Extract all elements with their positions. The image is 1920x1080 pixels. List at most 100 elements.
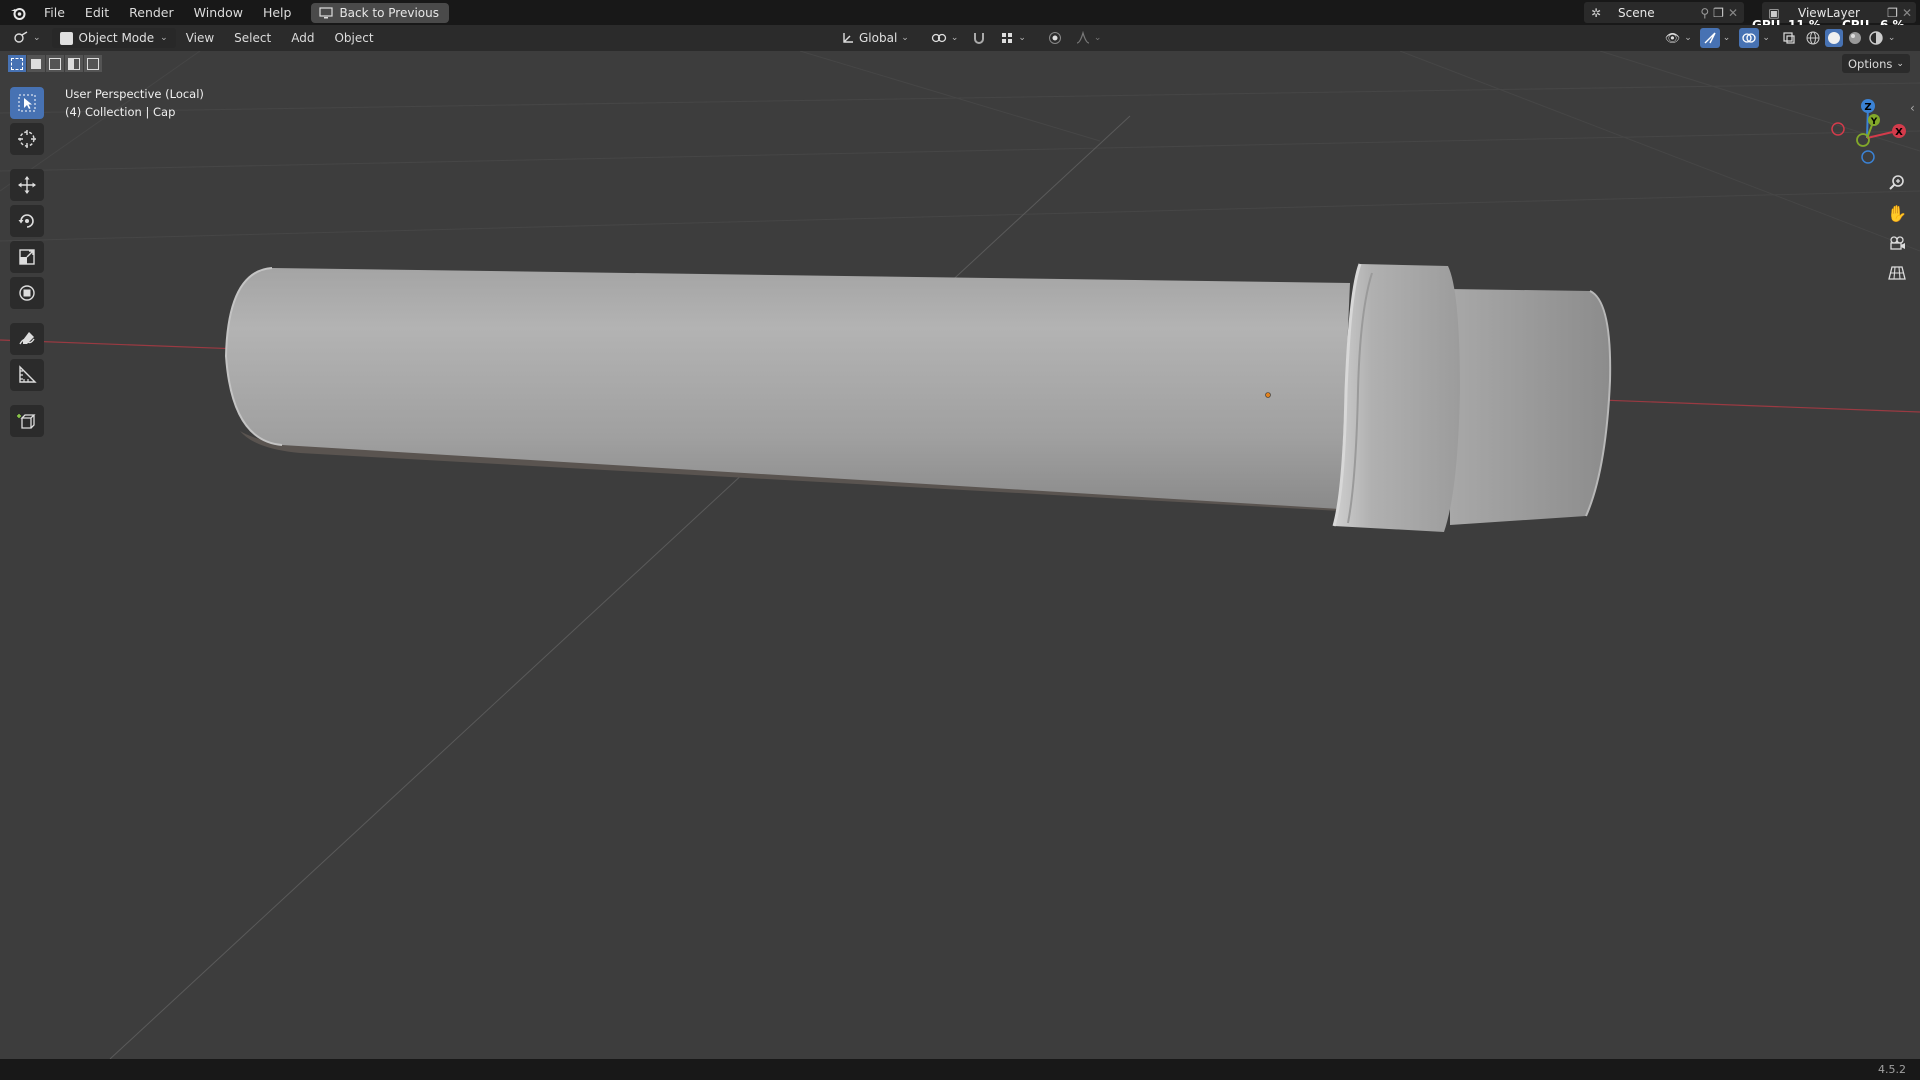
- rendered-sphere-icon: [1869, 31, 1883, 45]
- header-menu-view[interactable]: View: [176, 31, 224, 45]
- collapse-sidebar-icon[interactable]: ‹: [1910, 101, 1915, 115]
- transform-tool[interactable]: [10, 277, 44, 309]
- pivot-point-dropdown[interactable]: ⌄: [926, 28, 964, 48]
- chevron-down-icon: ⌄: [1684, 33, 1692, 43]
- navigation-gizmo[interactable]: Z Y X: [1822, 89, 1912, 179]
- viewport-header: ⌄ Object Mode ⌄ View Select Add Object G…: [0, 25, 1920, 51]
- menu-help[interactable]: Help: [253, 0, 302, 25]
- y-axis-line: [109, 115, 1131, 1059]
- scene-selector[interactable]: ✲ Scene ⚲ ❐ ✕: [1584, 2, 1744, 23]
- menu-file[interactable]: File: [34, 0, 75, 25]
- pivot-icon: [931, 33, 946, 43]
- snap-grid-icon: [1002, 33, 1013, 43]
- object-mode-label: Object Mode: [78, 31, 155, 45]
- selectability-visibility-dropdown[interactable]: 👁 ⌄: [1660, 28, 1697, 48]
- select-box-tool[interactable]: [10, 87, 44, 119]
- scene-name: Scene: [1618, 5, 1655, 20]
- back-button-label: Back to Previous: [339, 5, 439, 20]
- selection-mode-buttons: [8, 55, 102, 72]
- object-mode-icon: [59, 31, 73, 45]
- object-origin-dot[interactable]: [1265, 392, 1271, 398]
- transform-orientation-label: Global: [859, 31, 898, 45]
- chevron-down-icon: ⌄: [1093, 33, 1102, 43]
- chevron-down-icon[interactable]: ⌄: [1888, 33, 1896, 43]
- hand-icon: ✋: [1887, 203, 1907, 223]
- chevron-down-icon: ⌄: [901, 33, 909, 43]
- shading-wireframe-button[interactable]: [1804, 29, 1822, 47]
- chevron-down-icon: ⌄: [950, 33, 959, 43]
- camera-view-button[interactable]: [1882, 229, 1912, 257]
- 3d-viewport[interactable]: Options ⌄ User Perspective (Local) (4) C…: [0, 51, 1920, 1059]
- gizmo-toggle[interactable]: [1699, 28, 1720, 48]
- chevron-down-icon[interactable]: ⌄: [1723, 33, 1731, 43]
- select-intersect-button[interactable]: [84, 55, 102, 72]
- select-new-button[interactable]: [8, 55, 26, 72]
- gizmo-z-label: Z: [1864, 102, 1871, 113]
- blender-logo-icon[interactable]: [8, 3, 28, 23]
- transform-orientation-dropdown[interactable]: Global ⌄: [836, 28, 914, 48]
- shading-material-button[interactable]: [1846, 29, 1864, 47]
- gizmo-neg-z-icon[interactable]: [1861, 150, 1875, 164]
- select-extend-button[interactable]: [27, 55, 45, 72]
- falloff-dropdown[interactable]: ⌄: [1071, 28, 1107, 48]
- select-subtract-button[interactable]: [46, 55, 64, 72]
- measure-tool[interactable]: [10, 359, 44, 391]
- header-menu-add[interactable]: Add: [281, 31, 324, 45]
- cursor-arrow-icon: [18, 94, 36, 112]
- object-mode-dropdown[interactable]: Object Mode ⌄: [51, 28, 176, 48]
- select-invert-button[interactable]: [65, 55, 83, 72]
- snap-toggle[interactable]: [967, 28, 991, 48]
- new-scene-icon[interactable]: ❐: [1713, 6, 1724, 20]
- cap-object[interactable]: [224, 263, 1612, 532]
- xray-icon: [1783, 32, 1795, 44]
- camera-icon: [1890, 236, 1905, 250]
- chevron-down-icon: ⌄: [1018, 33, 1026, 43]
- gizmo-x-label: X: [1895, 127, 1903, 138]
- scene-icon: ✲: [1590, 5, 1602, 20]
- rotate-tool[interactable]: [10, 205, 44, 237]
- viewport-scene[interactable]: [0, 51, 1920, 1059]
- screen-back-icon: [319, 6, 334, 18]
- menu-render[interactable]: Render: [119, 0, 184, 25]
- zoom-button[interactable]: [1882, 169, 1912, 197]
- shading-solid-button[interactable]: [1824, 29, 1843, 47]
- top-menu-bar: File Edit Render Window Help Back to Pre…: [0, 0, 1920, 32]
- move-arrows-icon: [18, 176, 36, 194]
- scale-icon: [19, 249, 35, 265]
- cursor-tool[interactable]: [10, 123, 44, 155]
- editor-type-selector[interactable]: ⌄: [8, 28, 46, 48]
- pin-icon[interactable]: ⚲: [1700, 6, 1709, 20]
- annotate-tool[interactable]: [10, 323, 44, 355]
- floor-grid: [0, 51, 1920, 252]
- move-tool[interactable]: [10, 169, 44, 201]
- menu-edit[interactable]: Edit: [75, 0, 119, 25]
- crosshair-cursor-icon: [18, 130, 36, 148]
- proportional-editing-toggle[interactable]: [1043, 28, 1067, 48]
- add-cube-tool[interactable]: [10, 405, 44, 437]
- options-dropdown[interactable]: Options ⌄: [1842, 54, 1910, 73]
- snap-target-dropdown[interactable]: ⌄: [995, 28, 1031, 48]
- tool-shelf: [8, 87, 46, 437]
- pan-button[interactable]: ✋: [1882, 199, 1912, 227]
- header-menu-object[interactable]: Object: [324, 31, 383, 45]
- gizmo-icon: [1704, 32, 1716, 44]
- chevron-down-icon[interactable]: ⌄: [1762, 33, 1770, 43]
- select-subtract-icon: [49, 57, 61, 70]
- header-menu-select[interactable]: Select: [224, 31, 281, 45]
- orientation-axes-icon: [843, 33, 853, 43]
- overlays-toggle[interactable]: [1739, 28, 1760, 48]
- scale-tool[interactable]: [10, 241, 44, 273]
- proportional-editing-icon: [1048, 32, 1061, 44]
- add-cube-icon: [17, 414, 36, 429]
- shading-rendered-button[interactable]: [1867, 29, 1885, 47]
- back-to-previous-button[interactable]: Back to Previous: [311, 2, 449, 23]
- select-invert-icon: [68, 57, 80, 70]
- gizmo-neg-x-icon[interactable]: [1831, 122, 1845, 136]
- zoom-icon: [1889, 175, 1904, 190]
- menu-window[interactable]: Window: [184, 0, 253, 25]
- remove-scene-icon[interactable]: ✕: [1728, 6, 1738, 20]
- gizmo-neg-y-icon[interactable]: [1856, 133, 1870, 147]
- xray-toggle[interactable]: [1777, 28, 1801, 48]
- status-bar: 4.5.2: [0, 1059, 1920, 1080]
- toggle-perspective-button[interactable]: [1882, 259, 1912, 287]
